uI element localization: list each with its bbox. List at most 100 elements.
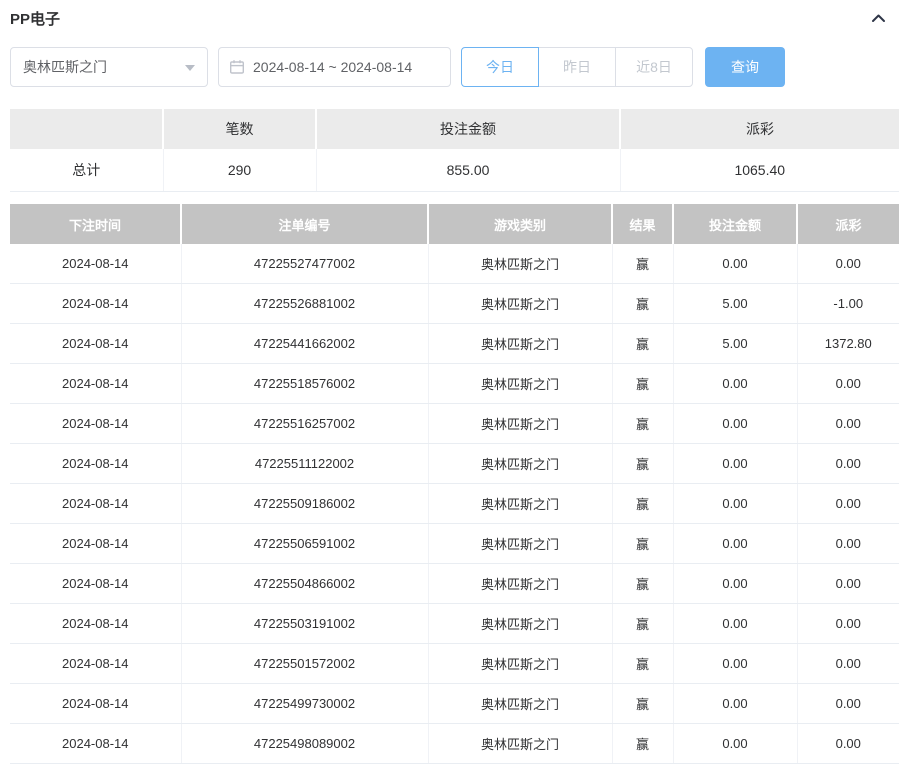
- payout-cell: 0.00: [797, 644, 899, 684]
- result-cell: 赢: [612, 724, 673, 764]
- bet-amount-cell: 0.00: [673, 444, 797, 484]
- order-id-cell: 47225516257002: [181, 404, 428, 444]
- game-type-cell: 奥林匹斯之门: [428, 404, 612, 444]
- quick-range-button[interactable]: 近8日: [615, 47, 693, 87]
- game-type-cell: 奥林匹斯之门: [428, 244, 612, 284]
- game-type-cell: 奥林匹斯之门: [428, 444, 612, 484]
- payout-cell: 0.00: [797, 724, 899, 764]
- bet-amount-cell: 0.00: [673, 364, 797, 404]
- order-id-cell: 47225506591002: [181, 524, 428, 564]
- bet-time-cell: 2024-08-14: [10, 324, 181, 364]
- table-row: 2024-08-14 47225509186002 奥林匹斯之门 赢 0.00 …: [10, 484, 899, 524]
- order-id-cell: 47225498089002: [181, 724, 428, 764]
- result-cell: 赢: [612, 684, 673, 724]
- date-range-value: 2024-08-14 ~ 2024-08-14: [253, 59, 412, 75]
- column-header: [10, 109, 163, 149]
- bet-amount-cell: 0.00: [673, 524, 797, 564]
- bet-amount-cell: 0.00: [673, 684, 797, 724]
- bet-time-cell: 2024-08-14: [10, 524, 181, 564]
- game-type-cell: 奥林匹斯之门: [428, 484, 612, 524]
- payout-cell: 0.00: [797, 364, 899, 404]
- game-select-value: 奥林匹斯之门: [23, 57, 107, 77]
- bet-time-cell: 2024-08-14: [10, 444, 181, 484]
- game-type-cell: 奥林匹斯之门: [428, 324, 612, 364]
- table-row: 2024-08-14 47225498089002 奥林匹斯之门 赢 0.00 …: [10, 724, 899, 764]
- bet-amount-cell: 5.00: [673, 324, 797, 364]
- bet-time-cell: 2024-08-14: [10, 564, 181, 604]
- payout-cell: -1.00: [797, 284, 899, 324]
- game-type-cell: 奥林匹斯之门: [428, 604, 612, 644]
- bet-amount-cell: 0.00: [673, 604, 797, 644]
- result-cell: 赢: [612, 324, 673, 364]
- result-cell: 赢: [612, 284, 673, 324]
- panel-header: PP电子: [10, 8, 899, 28]
- date-range-input[interactable]: 2024-08-14 ~ 2024-08-14: [218, 47, 451, 87]
- game-type-cell: 奥林匹斯之门: [428, 284, 612, 324]
- quick-range-button[interactable]: 今日: [461, 47, 539, 87]
- summary-bet-amount: 855.00: [316, 149, 620, 192]
- result-cell: 赢: [612, 564, 673, 604]
- column-header: 笔数: [163, 109, 316, 149]
- order-id-cell: 47225509186002: [181, 484, 428, 524]
- order-id-cell: 47225526881002: [181, 284, 428, 324]
- bet-amount-cell: 0.00: [673, 244, 797, 284]
- bet-time-cell: 2024-08-14: [10, 244, 181, 284]
- game-type-cell: 奥林匹斯之门: [428, 524, 612, 564]
- page-title: PP电子: [10, 8, 60, 29]
- bet-time-cell: 2024-08-14: [10, 364, 181, 404]
- bet-amount-cell: 0.00: [673, 404, 797, 444]
- game-type-cell: 奥林匹斯之门: [428, 684, 612, 724]
- quick-range-group: 今日昨日近8日: [461, 47, 693, 87]
- order-id-cell: 47225511122002: [181, 444, 428, 484]
- chevron-down-icon: [185, 65, 195, 71]
- chevron-up-icon: [870, 13, 887, 28]
- game-type-cell: 奥林匹斯之门: [428, 364, 612, 404]
- bet-records-table: 下注时间注单编号游戏类别结果投注金额派彩 2024-08-14 47225527…: [10, 204, 899, 764]
- table-row: 2024-08-14 47225501572002 奥林匹斯之门 赢 0.00 …: [10, 644, 899, 684]
- table-row: 2024-08-14 47225526881002 奥林匹斯之门 赢 5.00 …: [10, 284, 899, 324]
- bet-time-cell: 2024-08-14: [10, 404, 181, 444]
- game-select[interactable]: 奥林匹斯之门: [10, 47, 208, 87]
- result-cell: 赢: [612, 644, 673, 684]
- table-row: 2024-08-14 47225499730002 奥林匹斯之门 赢 0.00 …: [10, 684, 899, 724]
- bet-time-cell: 2024-08-14: [10, 724, 181, 764]
- summary-header-row: 笔数投注金额派彩: [10, 109, 899, 149]
- summary-total-label: 总计: [10, 149, 163, 192]
- result-cell: 赢: [612, 444, 673, 484]
- payout-cell: 0.00: [797, 484, 899, 524]
- payout-cell: 0.00: [797, 524, 899, 564]
- bet-amount-cell: 0.00: [673, 484, 797, 524]
- summary-table: 笔数投注金额派彩 总计 290 855.00 1065.40: [10, 109, 899, 192]
- payout-cell: 0.00: [797, 684, 899, 724]
- bet-time-cell: 2024-08-14: [10, 484, 181, 524]
- pp-electronics-panel: PP电子 奥林匹斯之门 2024-08-14 ~ 2024-08-14 今日昨日…: [0, 0, 899, 764]
- game-type-cell: 奥林匹斯之门: [428, 644, 612, 684]
- table-row: 2024-08-14 47225504866002 奥林匹斯之门 赢 0.00 …: [10, 564, 899, 604]
- quick-range-button[interactable]: 昨日: [538, 47, 616, 87]
- collapse-panel-button[interactable]: [870, 11, 887, 25]
- column-header: 派彩: [797, 204, 899, 244]
- bet-amount-cell: 5.00: [673, 284, 797, 324]
- bet-time-cell: 2024-08-14: [10, 604, 181, 644]
- payout-cell: 1372.80: [797, 324, 899, 364]
- query-button[interactable]: 查询: [705, 47, 785, 87]
- table-row: 2024-08-14 47225516257002 奥林匹斯之门 赢 0.00 …: [10, 404, 899, 444]
- payout-cell: 0.00: [797, 244, 899, 284]
- bet-amount-cell: 0.00: [673, 644, 797, 684]
- payout-cell: 0.00: [797, 604, 899, 644]
- order-id-cell: 47225504866002: [181, 564, 428, 604]
- column-header: 注单编号: [181, 204, 428, 244]
- result-cell: 赢: [612, 604, 673, 644]
- calendar-icon: [229, 59, 245, 75]
- bet-time-cell: 2024-08-14: [10, 284, 181, 324]
- payout-cell: 0.00: [797, 404, 899, 444]
- order-id-cell: 47225518576002: [181, 364, 428, 404]
- order-id-cell: 47225499730002: [181, 684, 428, 724]
- column-header: 派彩: [620, 109, 899, 149]
- column-header: 投注金额: [316, 109, 620, 149]
- result-cell: 赢: [612, 244, 673, 284]
- order-id-cell: 47225527477002: [181, 244, 428, 284]
- table-row: 2024-08-14 47225511122002 奥林匹斯之门 赢 0.00 …: [10, 444, 899, 484]
- result-cell: 赢: [612, 524, 673, 564]
- filter-bar: 奥林匹斯之门 2024-08-14 ~ 2024-08-14 今日昨日近8日 查…: [10, 47, 899, 87]
